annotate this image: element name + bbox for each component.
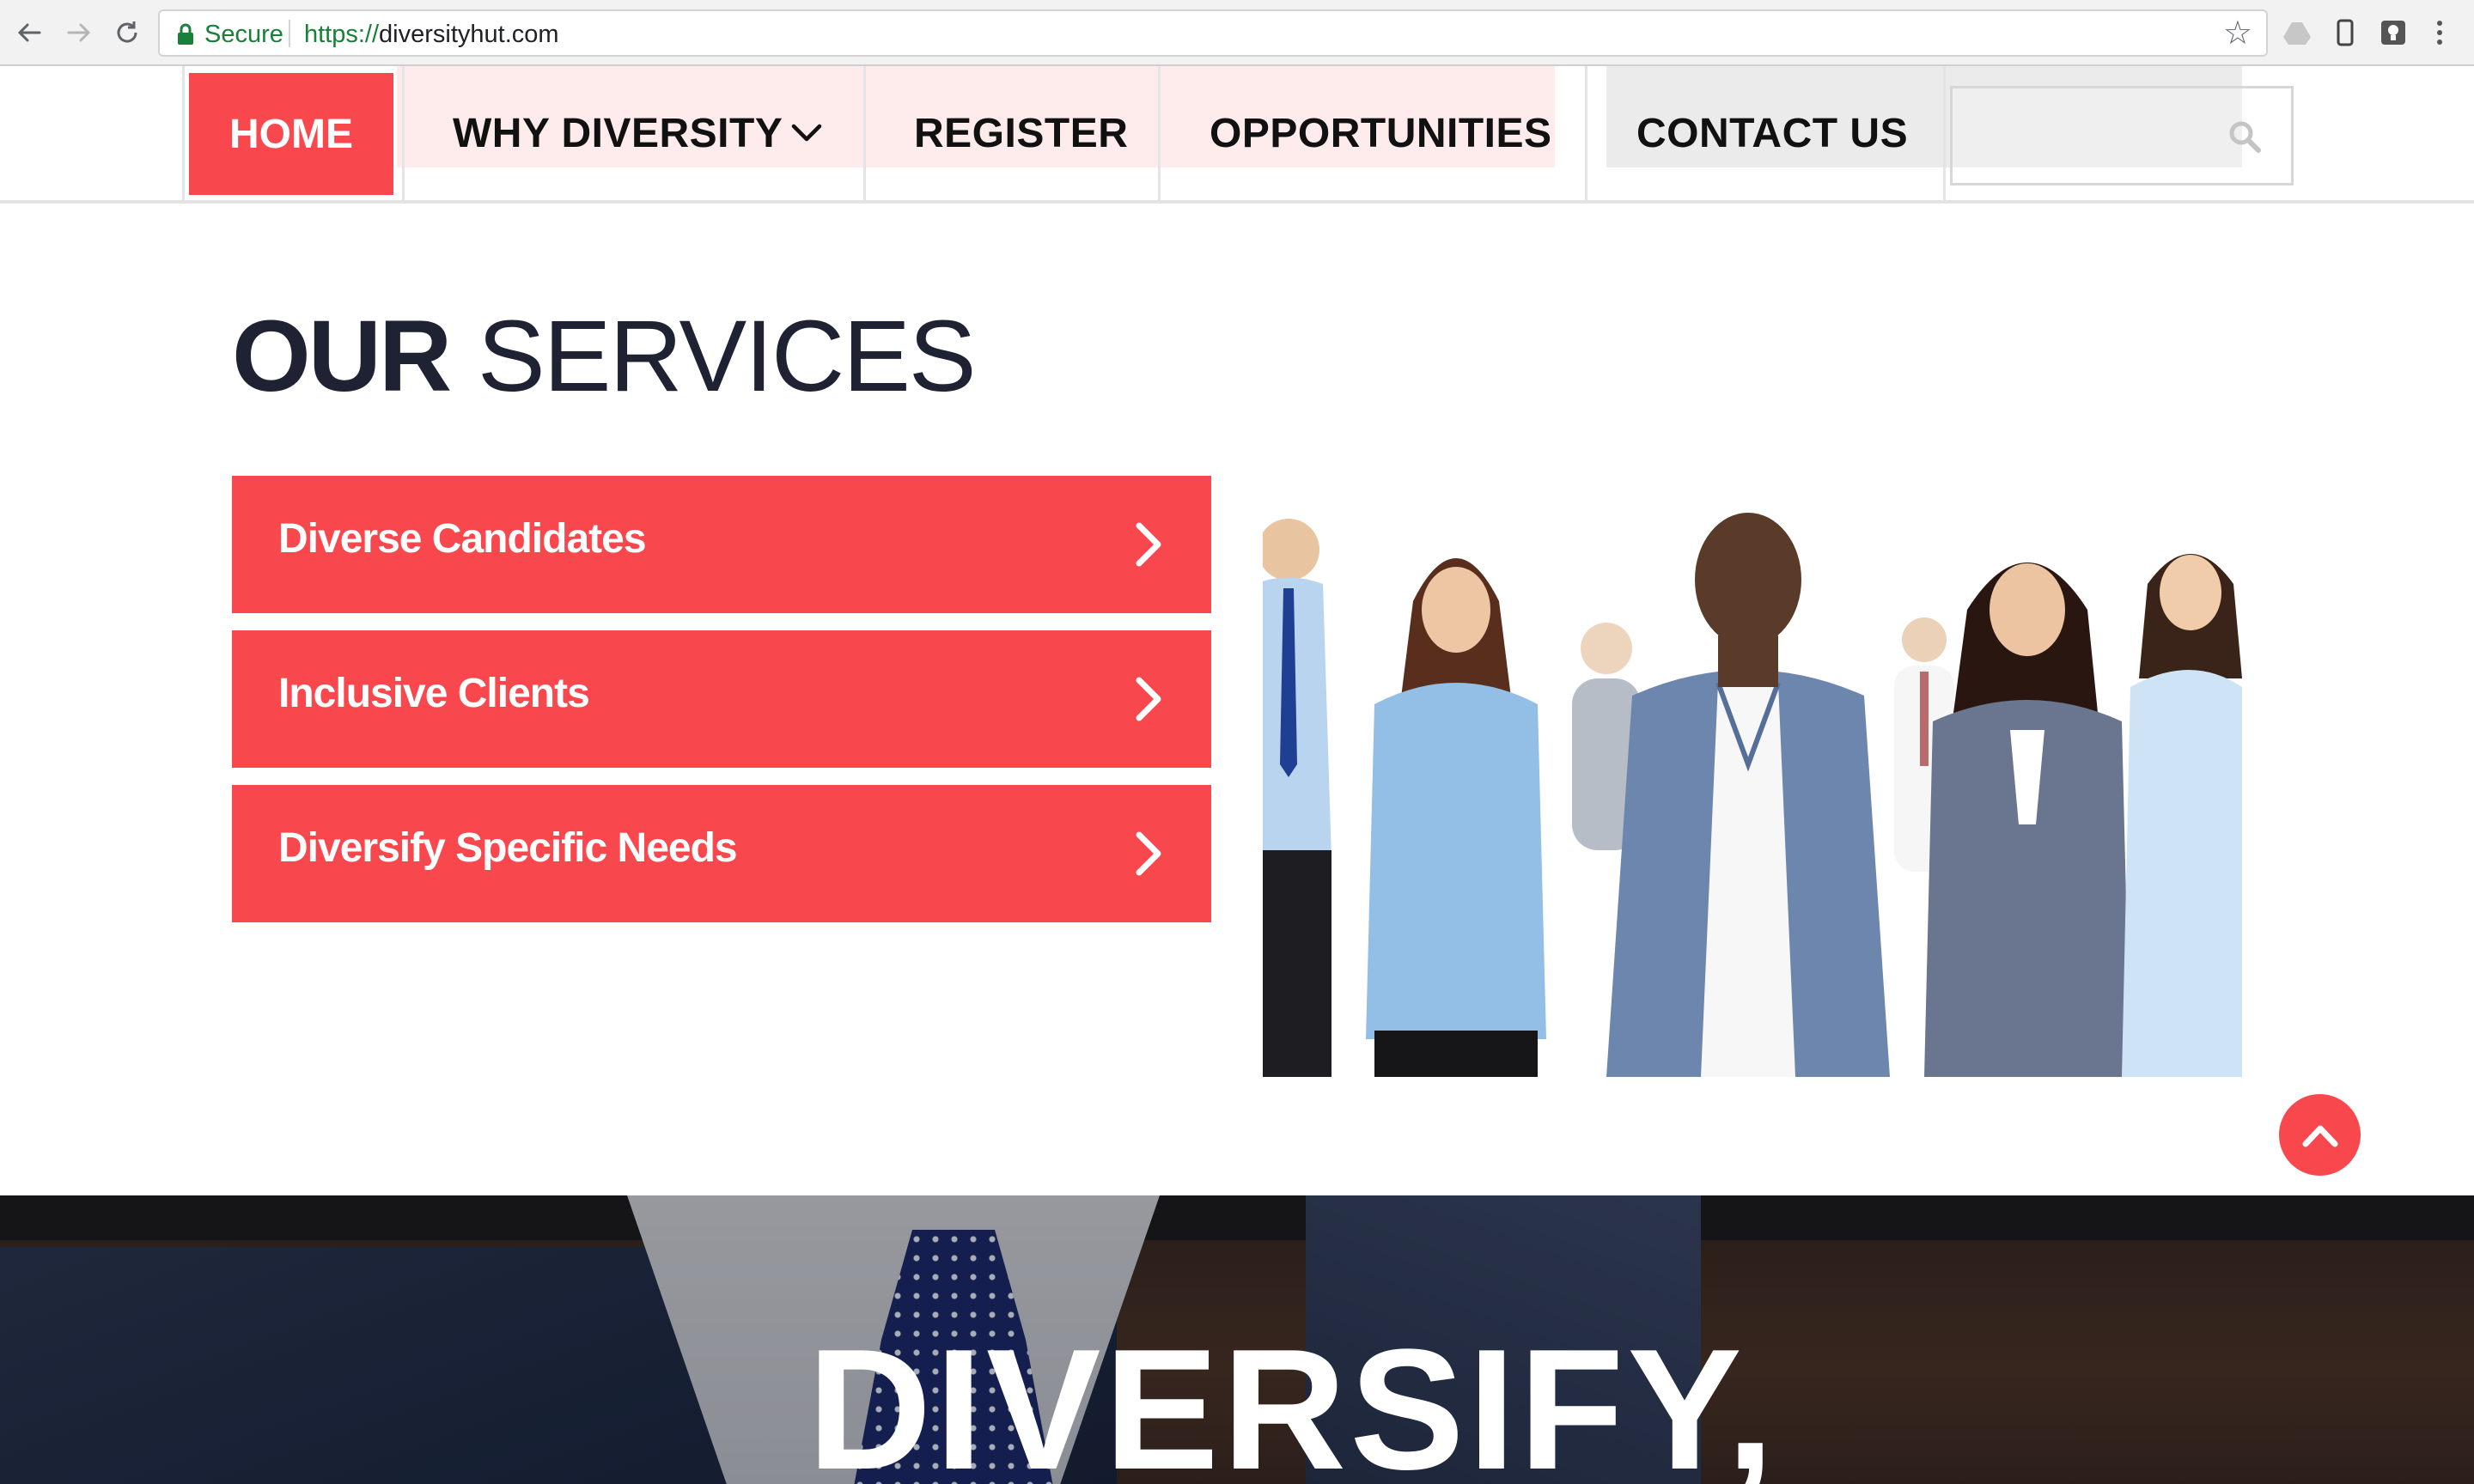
address-divider: [289, 20, 290, 47]
services-heading-light: SERVICES: [478, 300, 977, 413]
service-inclusive-clients[interactable]: Inclusive Clients: [232, 630, 1211, 768]
reload-icon: [117, 21, 137, 43]
site-navigation: HOME WHY DIVERSITY REGISTER OPPORTUNITIE…: [0, 66, 2474, 204]
url-text[interactable]: https://diversityhut.com: [304, 21, 559, 49]
back-button[interactable]: [12, 15, 46, 50]
browser-toolbar: Secure https://diversityhut.com ☆: [0, 0, 2474, 66]
service-label: Diverse Candidates: [278, 516, 647, 562]
phone-extension-icon[interactable]: [2330, 17, 2361, 48]
chevron-right-icon: [1136, 831, 1161, 876]
nav-divider: [182, 66, 185, 200]
hero-banner: DIVERSIFY,: [0, 1195, 2474, 1484]
address-bar[interactable]: Secure https://diversityhut.com ☆: [158, 9, 2268, 57]
services-heading-bold: OUR: [232, 300, 452, 413]
chevron-right-icon: [1136, 522, 1161, 567]
nav-divider: [402, 66, 405, 200]
service-diversify-specific-needs[interactable]: Diversify Specific Needs: [232, 785, 1211, 922]
services-heading: OUR SERVICES: [232, 300, 977, 413]
drive-extension-icon[interactable]: [2282, 17, 2313, 48]
nav-divider: [1943, 66, 1946, 200]
menu-kebab-icon[interactable]: [2424, 17, 2455, 48]
nav-why-diversity-label: WHY DIVERSITY: [453, 110, 783, 156]
nav-divider: [1158, 66, 1161, 200]
search-input[interactable]: [1950, 86, 2294, 186]
reload-button[interactable]: [110, 15, 144, 50]
nav-contact-us[interactable]: CONTACT US: [1636, 73, 1908, 193]
nav-divider: [863, 66, 866, 200]
url-host: diversityhut.com: [379, 21, 559, 48]
nav-divider: [1585, 66, 1587, 200]
nav-home[interactable]: HOME: [189, 73, 393, 195]
bulb-extension-icon[interactable]: [2378, 17, 2409, 48]
star-icon[interactable]: ☆: [2223, 16, 2252, 51]
nav-register[interactable]: REGISTER: [914, 73, 1128, 193]
lock-icon: [178, 23, 193, 45]
arrow-left-icon: [17, 23, 41, 42]
nav-why-diversity[interactable]: WHY DIVERSITY: [453, 73, 822, 193]
url-protocol: https://: [304, 21, 380, 48]
arrow-right-icon: [67, 23, 91, 42]
hero-headline: DIVERSIFY,: [807, 1314, 1778, 1484]
business-team-photo: [1263, 481, 2242, 1077]
service-label: Inclusive Clients: [278, 671, 590, 716]
nav-opportunities[interactable]: OPPORTUNITIES: [1210, 73, 1552, 193]
search-icon[interactable]: [2227, 119, 2262, 154]
service-label: Diversify Specific Needs: [278, 825, 738, 871]
chevron-up-icon: [2302, 1125, 2337, 1146]
chevron-right-icon: [1136, 677, 1161, 721]
service-diverse-candidates[interactable]: Diverse Candidates: [232, 476, 1211, 613]
chevron-down-icon: [792, 124, 822, 142]
scroll-to-top-button[interactable]: [2279, 1094, 2361, 1176]
forward-button[interactable]: [62, 15, 96, 50]
secure-label: Secure: [204, 21, 283, 48]
